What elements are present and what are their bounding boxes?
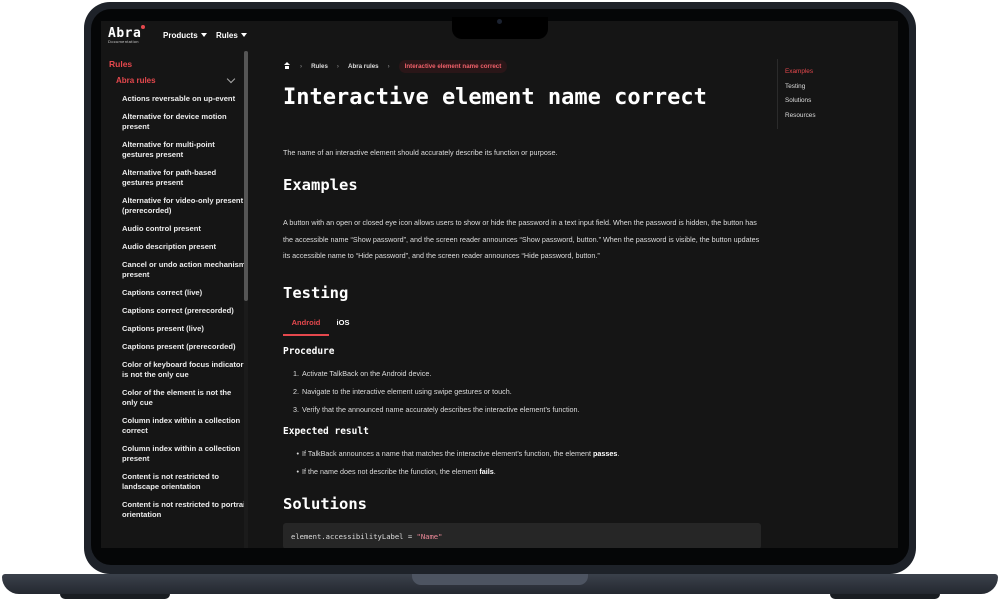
sidebar-item[interactable]: Audio control present — [122, 224, 248, 234]
chevron-down-icon — [240, 33, 247, 37]
sidebar-item[interactable]: Alternative for multi-point gestures pre… — [122, 140, 248, 160]
testing-heading: Testing — [283, 284, 349, 302]
bullet-icon: • — [296, 467, 299, 476]
logo-dot-icon — [141, 25, 145, 29]
result-bold: passes — [593, 449, 618, 458]
sidebar-item[interactable]: Captions correct (live) — [122, 288, 248, 298]
sidebar-rule-list: Actions reversable on up-event Alternati… — [122, 94, 248, 528]
camera-icon — [497, 19, 502, 24]
solutions-heading: Solutions — [283, 495, 367, 513]
step-number: 3. — [293, 405, 299, 414]
table-of-contents: Examples Testing Solutions Resources — [777, 59, 888, 129]
result-text: If TalkBack announces a name that matche… — [302, 449, 593, 458]
breadcrumb: › Rules › Abra rules › Interactive eleme… — [283, 58, 508, 74]
logo[interactable]: Abra Documentation — [108, 25, 145, 44]
breadcrumb-rules[interactable]: Rules — [311, 63, 328, 70]
nav-rules-menu[interactable]: Rules — [216, 31, 247, 40]
step-text: Navigate to the interactive element usin… — [302, 387, 512, 396]
chevron-up-icon[interactable] — [226, 74, 236, 84]
sidebar-item[interactable]: Captions present (live) — [122, 324, 248, 334]
sidebar-item[interactable]: Column index within a collection present — [122, 444, 248, 464]
sidebar-item[interactable]: Audio description present — [122, 242, 248, 252]
procedure-heading: Procedure — [283, 346, 335, 357]
step-number: 1. — [293, 369, 299, 378]
sidebar-item[interactable]: Alternative for path-based gestures pres… — [122, 168, 248, 188]
bullet-icon: • — [296, 449, 299, 458]
nav-products-label: Products — [163, 31, 198, 40]
expected-result-heading: Expected result — [283, 426, 369, 437]
laptop-foot-left — [60, 594, 170, 599]
nav-rules-label: Rules — [216, 31, 238, 40]
sidebar-item[interactable]: Alternative for video-only present (prer… — [122, 196, 248, 216]
tab-android[interactable]: Android — [283, 318, 329, 336]
code-text: element.accessibilityLabel = — [291, 532, 417, 541]
sidebar-item[interactable]: Content is not restricted to portrait or… — [122, 500, 248, 520]
toc-testing[interactable]: Testing — [785, 83, 805, 90]
examples-text: A button with an open or closed eye icon… — [283, 218, 760, 260]
code-line: element.accessibilityLabel = "Name" — [291, 532, 442, 541]
sidebar-item[interactable]: Cancel or undo action mechanism present — [122, 260, 248, 280]
examples-heading: Examples — [283, 176, 358, 194]
list-item: 1. Activate TalkBack on the Android devic… — [283, 369, 763, 387]
step-text: Activate TalkBack on the Android device. — [302, 369, 432, 378]
breadcrumb-current: Interactive element name correct — [398, 59, 508, 73]
screen: Abra Documentation Products Rules Rules … — [101, 21, 898, 548]
sidebar-item[interactable]: Content is not restricted to landscape o… — [122, 472, 248, 492]
list-item: • If TalkBack announces a name that match… — [283, 449, 763, 467]
sidebar-item[interactable]: Column index within a collection correct — [122, 416, 248, 436]
procedure-list: 1. Activate TalkBack on the Android devic… — [283, 369, 763, 423]
laptop-opening-lip — [412, 574, 588, 585]
sidebar-item[interactable]: Alternative for device motion present — [122, 112, 248, 132]
toc-examples[interactable]: Examples — [785, 68, 813, 75]
result-text: If the name does not describe the functi… — [302, 467, 480, 476]
toc-resources[interactable]: Resources — [785, 112, 816, 119]
home-icon[interactable] — [283, 62, 291, 70]
code-block[interactable]: element.accessibilityLabel = "Name" — [283, 523, 761, 548]
sidebar-item[interactable]: Color of the element is not the only cue — [122, 388, 248, 408]
sidebar-item[interactable]: Actions reversable on up-event — [122, 94, 248, 104]
sidebar-title[interactable]: Rules — [109, 59, 132, 69]
laptop-foot-right — [830, 594, 940, 599]
sidebar-group-abra-rules[interactable]: Abra rules — [116, 76, 156, 85]
page-intro: The name of an interactive element shoul… — [283, 148, 558, 157]
sidebar-item[interactable]: Color of keyboard focus indicator is not… — [122, 360, 248, 380]
sidebar-item[interactable]: Captions correct (prerecorded) — [122, 306, 248, 316]
expected-result-list: • If TalkBack announces a name that match… — [283, 449, 763, 485]
platform-tabs: Android iOS — [283, 318, 763, 336]
nav-products-menu[interactable]: Products — [163, 31, 207, 40]
result-end: . — [617, 449, 620, 458]
step-number: 2. — [293, 387, 299, 396]
tab-ios[interactable]: iOS — [331, 318, 355, 334]
sidebar-scrollbar-thumb[interactable] — [244, 51, 248, 301]
step-text: Verify that the announced name accuratel… — [302, 405, 580, 414]
page-title: Interactive element name correct — [283, 85, 707, 110]
breadcrumb-separator: › — [300, 62, 303, 70]
result-bold: fails — [479, 467, 494, 476]
sidebar: Rules Abra rules Actions reversable on u… — [101, 51, 251, 548]
code-string: "Name" — [416, 532, 443, 541]
logo-subtitle: Documentation — [108, 39, 139, 44]
sidebar-item[interactable]: Captions present (prerecorded) — [122, 342, 248, 352]
breadcrumb-abra-rules[interactable]: Abra rules — [348, 63, 379, 70]
toc-solutions[interactable]: Solutions — [785, 97, 811, 104]
list-item: 2. Navigate to the interactive element us… — [283, 387, 763, 405]
breadcrumb-separator: › — [387, 62, 390, 70]
chevron-down-icon — [200, 33, 207, 37]
result-end: . — [493, 467, 496, 476]
breadcrumb-separator: › — [336, 62, 339, 70]
list-item: • If the name does not describe the funct… — [283, 467, 763, 485]
list-item: 3. Verify that the announced name accurat… — [283, 405, 763, 423]
